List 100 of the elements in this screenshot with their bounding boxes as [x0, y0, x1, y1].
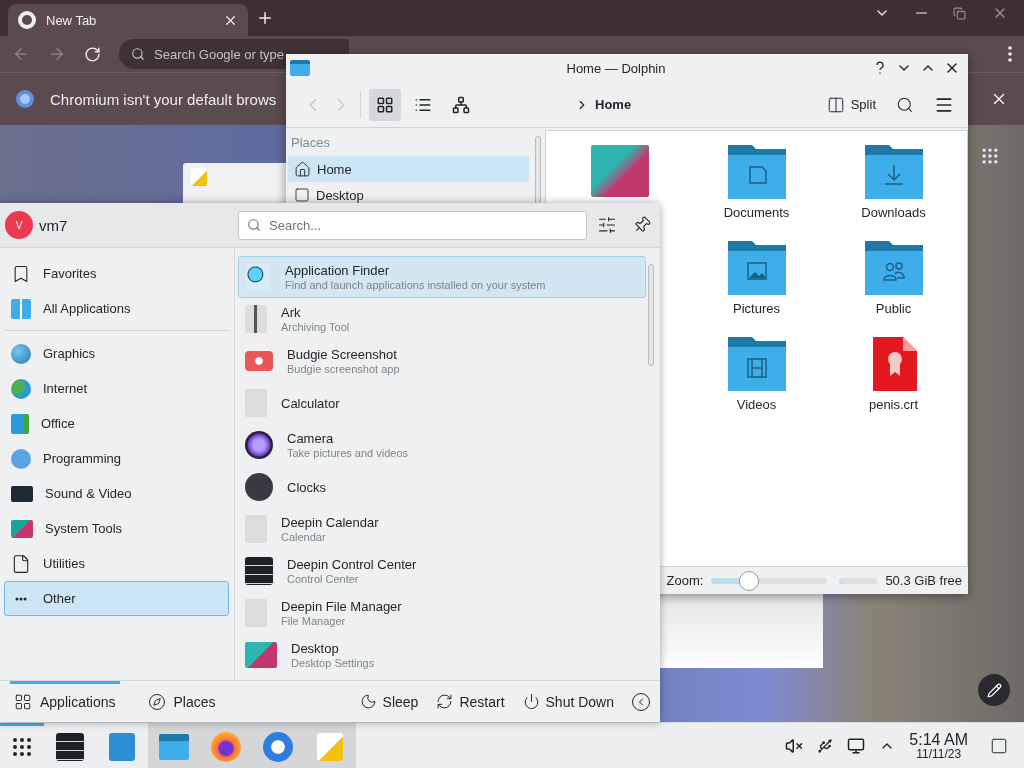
- sliders-icon: [597, 215, 617, 235]
- file-item[interactable]: Pictures: [688, 241, 825, 337]
- menu-button[interactable]: [1008, 46, 1012, 62]
- file-item[interactable]: Documents: [688, 145, 825, 241]
- pencil-icon: [986, 682, 1002, 698]
- app-item[interactable]: Deepin File Manager File Manager: [238, 592, 646, 634]
- zoom-slider[interactable]: [711, 570, 828, 591]
- folder-icon: [864, 241, 923, 295]
- compass-icon: [147, 692, 166, 711]
- more-icon: [15, 596, 27, 601]
- app-item[interactable]: Deepin Calendar Calendar: [238, 508, 646, 550]
- kebab-menu-icon: [1008, 46, 1012, 62]
- category-item[interactable]: Programming: [4, 441, 229, 476]
- user-avatar[interactable]: V: [5, 211, 33, 239]
- notepad-icon: [191, 168, 207, 186]
- app-item[interactable]: Calculator: [238, 382, 646, 424]
- disk-usage-bar: [839, 577, 878, 584]
- category-item[interactable]: Utilities: [4, 546, 229, 581]
- toolbox-icon: [11, 519, 33, 538]
- zoom-label: Zoom:: [666, 573, 704, 588]
- split-view-icon: [826, 95, 845, 114]
- grid-icon: [11, 298, 31, 319]
- view-mode-button[interactable]: [369, 88, 401, 121]
- app-item[interactable]: Budgie Screenshot Budgie screenshot app: [238, 340, 646, 382]
- folder-icon: [864, 145, 923, 199]
- search-icon: [896, 95, 914, 114]
- image-thumbnail: [590, 145, 649, 197]
- app-item[interactable]: Application Finder Find and launch applications installed on your system: [238, 256, 646, 298]
- desktop-icon: [294, 187, 310, 203]
- zip-icon: [245, 305, 267, 333]
- category-item[interactable]: Internet: [4, 371, 229, 406]
- usb-icon[interactable]: [817, 737, 834, 754]
- category-item[interactable]: Sound & Video: [4, 476, 229, 511]
- restore-button[interactable]: [953, 5, 966, 21]
- folder-icon: [290, 60, 310, 76]
- file-item[interactable]: Public: [825, 241, 962, 337]
- reload-button[interactable]: [84, 45, 101, 63]
- category-item[interactable]: Office: [4, 406, 229, 441]
- settings-sliders-button[interactable]: [597, 215, 617, 235]
- camera-icon: [245, 351, 273, 371]
- muted-speaker-icon[interactable]: [785, 736, 804, 755]
- menu-tab[interactable]: Places: [143, 680, 220, 723]
- wallpaper-icon: [245, 642, 277, 668]
- power-action-button[interactable]: Sleep: [359, 693, 419, 710]
- notepad-icon: [317, 733, 343, 761]
- show-desktop-icon[interactable]: [990, 736, 1008, 755]
- chromium-icon: [16, 90, 34, 108]
- sliders-icon: [56, 733, 84, 761]
- folder-icon: [159, 734, 189, 760]
- app-item[interactable]: Desktop Desktop Settings: [238, 634, 646, 676]
- browser-tab[interactable]: New Tab: [8, 4, 248, 36]
- app-item[interactable]: Deepin Control Center Control Center: [238, 550, 646, 592]
- chromium-icon: [263, 732, 293, 762]
- network-icon[interactable]: [847, 736, 866, 755]
- fox-globe-icon: [211, 732, 241, 762]
- category-item[interactable]: Favorites: [4, 256, 229, 291]
- file-icon: [11, 553, 31, 574]
- tree-view-icon: [452, 95, 470, 114]
- document-icon: [11, 413, 29, 434]
- file-item[interactable]: penis.crt: [825, 337, 962, 433]
- category-item[interactable]: All Applications: [4, 291, 229, 326]
- panel-heading: Places: [290, 134, 332, 152]
- minimize-icon: [916, 12, 927, 14]
- reload-icon: [84, 45, 101, 63]
- power-action-button[interactable]: Shut Down: [522, 693, 614, 710]
- app-item[interactable]: Camera Take pictures and videos: [238, 424, 646, 466]
- search-button[interactable]: [896, 95, 914, 114]
- free-space-label: 50.3 GiB free: [885, 573, 962, 588]
- lens-icon: [245, 431, 273, 459]
- file-item[interactable]: Videos: [688, 337, 825, 433]
- power-icon: [522, 693, 540, 710]
- pin-button[interactable]: [633, 215, 651, 235]
- app-item[interactable]: Ark Archiving Tool: [238, 298, 646, 340]
- user-name: vm7: [39, 216, 68, 234]
- place-item[interactable]: Home: [288, 156, 529, 182]
- forward-arrow-icon: [48, 45, 66, 63]
- power-action-button[interactable]: Restart: [436, 693, 505, 710]
- folder-icon: [727, 337, 786, 391]
- sliders-icon: [245, 557, 273, 585]
- new-tab-button[interactable]: [256, 9, 274, 27]
- split-button[interactable]: Split: [826, 95, 876, 114]
- category-item[interactable]: System Tools: [4, 511, 229, 546]
- launcher-icon: [10, 735, 34, 759]
- breadcrumb[interactable]: Home: [595, 97, 632, 112]
- restart-icon: [436, 693, 454, 710]
- search-icon: [131, 47, 145, 61]
- file-item[interactable]: Downloads: [825, 145, 962, 241]
- sphere-icon: [11, 343, 31, 364]
- clock[interactable]: 5:14 AM 11/11/23: [909, 731, 968, 760]
- window-title: Home — Dolphin: [565, 60, 667, 76]
- grid-icon[interactable]: [980, 146, 1000, 166]
- moon-icon: [359, 693, 377, 710]
- restore-icon: [953, 6, 966, 20]
- home-icon: [294, 160, 311, 178]
- app-item[interactable]: Clocks: [238, 466, 646, 508]
- category-item[interactable]: Graphics: [4, 336, 229, 371]
- grid-icon: [14, 692, 32, 711]
- plus-icon: [256, 9, 274, 27]
- category-item[interactable]: Other: [4, 581, 229, 616]
- search-field[interactable]: Search...: [238, 210, 587, 240]
